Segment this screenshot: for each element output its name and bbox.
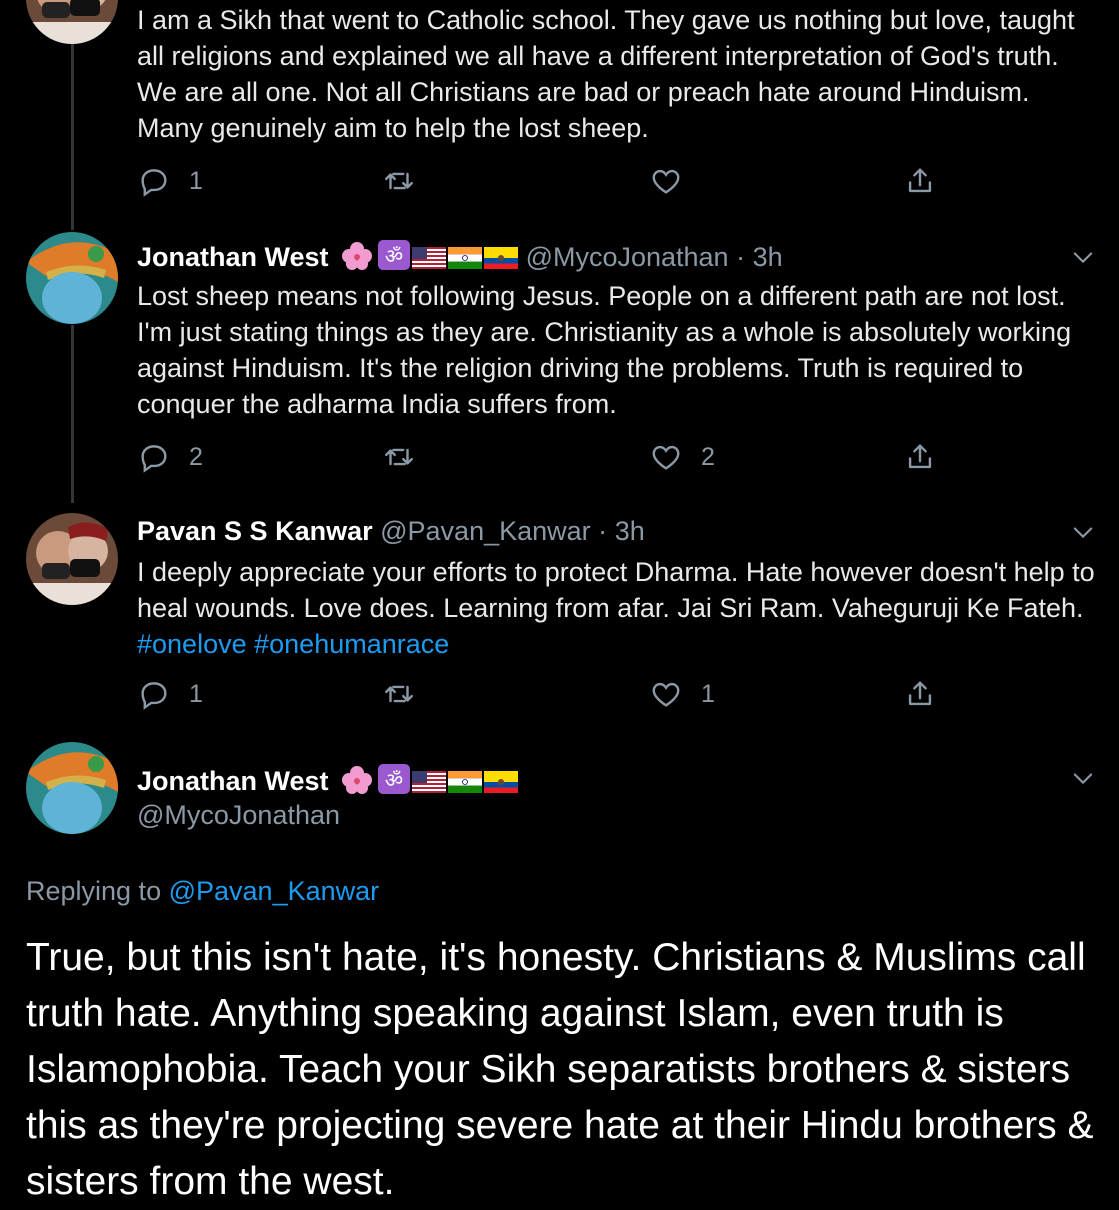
replying-to-handle[interactable]: @Pavan_Kanwar [169, 876, 380, 906]
replying-to: Replying to @Pavan_Kanwar [26, 876, 379, 907]
tweet-header: Pavan S S Kanwar @Pavan_Kanwar · 3h [137, 516, 645, 547]
hashtag-link[interactable]: #onelove [137, 629, 247, 659]
main-tweet-handle-row: @MycoJonathan [137, 800, 340, 831]
heart-icon [652, 682, 680, 707]
tweet-text-body: I deeply appreciate your efforts to prot… [137, 557, 1095, 623]
om-icon: ॐ [378, 764, 411, 801]
main-tweet-text: True, but this isn't hate, it's honesty.… [26, 936, 1094, 1203]
avatar-photo [26, 0, 118, 44]
tweet-actions: 1 [137, 164, 947, 204]
heart-icon [652, 445, 680, 470]
india-flag-icon [448, 247, 483, 269]
share-button[interactable] [903, 164, 937, 198]
tweet-text: Lost sheep means not following Jesus. Pe… [137, 281, 1072, 419]
tweet-actions: 1 1 [137, 677, 947, 717]
like-button[interactable]: 1 [649, 677, 715, 711]
author-handle[interactable]: @MycoJonathan [526, 242, 729, 272]
chevron-down-icon[interactable] [1069, 518, 1097, 546]
share-button[interactable] [903, 677, 937, 711]
share-icon [908, 444, 932, 469]
retweet-button[interactable] [382, 440, 416, 474]
separator: · [598, 516, 608, 546]
reply-button[interactable]: 1 [137, 164, 203, 198]
tweet-header: Jonathan West ॐ @MycoJonathan · 3h [137, 240, 783, 277]
reply-button[interactable]: 1 [137, 677, 203, 711]
share-icon [908, 681, 932, 706]
separator: · [736, 242, 746, 272]
like-count: 2 [701, 442, 715, 471]
replying-to-label: Replying to [26, 876, 162, 906]
author-handle[interactable]: @MycoJonathan [137, 800, 340, 830]
like-button[interactable] [649, 164, 683, 198]
like-button[interactable]: 2 [649, 440, 715, 474]
ecuador-flag-icon [484, 771, 519, 793]
hibiscus-icon [342, 242, 373, 277]
chevron-down-icon[interactable] [1069, 764, 1097, 792]
avatar-jonathan[interactable] [26, 742, 118, 834]
author-name[interactable]: Jonathan West [137, 766, 329, 796]
avatar-pavan[interactable] [26, 0, 118, 44]
om-icon: ॐ [378, 240, 411, 277]
avatar-pavan[interactable] [26, 513, 118, 605]
author-name[interactable]: Pavan S S Kanwar [137, 516, 373, 546]
us-flag-icon [412, 247, 447, 269]
svg-text:ॐ: ॐ [385, 768, 403, 792]
avatar-jonathan[interactable] [26, 232, 118, 324]
hashtag-link[interactable]: #onehumanrace [254, 629, 449, 659]
reply-count: 1 [189, 679, 203, 708]
thread-line [71, 325, 74, 503]
reply-button[interactable]: 2 [137, 440, 203, 474]
timestamp[interactable]: 3h [753, 242, 783, 272]
author-name[interactable]: Jonathan West [137, 242, 329, 272]
share-button[interactable] [903, 440, 937, 474]
avatar-photo [26, 232, 118, 324]
author-handle[interactable]: @Pavan_Kanwar [380, 516, 591, 546]
avatar-photo [26, 513, 118, 605]
ecuador-flag-icon [484, 247, 519, 269]
retweet-button[interactable] [382, 164, 416, 198]
main-tweet-header: Jonathan West ॐ [137, 764, 519, 801]
retweet-icon [385, 685, 413, 703]
hibiscus-icon [342, 766, 373, 801]
reply-icon [141, 169, 167, 197]
tweet-actions: 2 2 [137, 440, 947, 480]
share-icon [908, 168, 932, 193]
retweet-button[interactable] [382, 677, 416, 711]
us-flag-icon [412, 771, 447, 793]
retweet-icon [385, 448, 413, 466]
avatar-photo [26, 742, 118, 834]
tweet-text: I am a Sikh that went to Catholic school… [137, 5, 1075, 143]
timestamp[interactable]: 3h [615, 516, 645, 546]
svg-text:ॐ: ॐ [385, 244, 403, 268]
reply-count: 1 [189, 166, 203, 195]
heart-icon [652, 169, 680, 194]
chevron-down-icon[interactable] [1069, 243, 1097, 271]
reply-icon [141, 445, 167, 473]
reply-icon [141, 682, 167, 710]
retweet-icon [385, 172, 413, 190]
tweet-text: I deeply appreciate your efforts to prot… [137, 554, 1097, 662]
india-flag-icon [448, 771, 483, 793]
like-count: 1 [701, 679, 715, 708]
reply-count: 2 [189, 442, 203, 471]
